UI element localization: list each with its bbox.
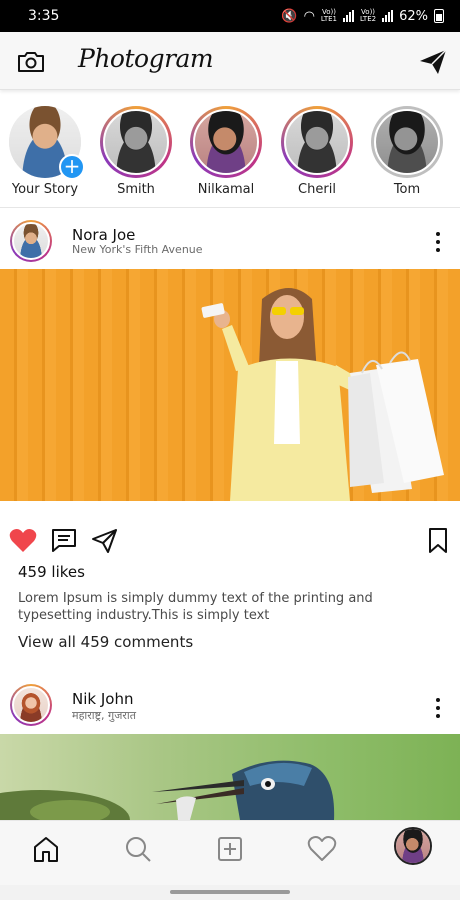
story-avatar (190, 106, 262, 178)
post-caption: Lorem Ipsum is simply dummy text of the … (18, 591, 373, 623)
story-tom[interactable]: Tom (365, 106, 449, 197)
story-label: Tom (393, 182, 421, 197)
heart-icon[interactable] (304, 831, 340, 867)
share-icon[interactable] (90, 526, 120, 556)
gesture-bar (0, 885, 460, 900)
post-actions (0, 526, 460, 560)
post-avatar[interactable] (10, 220, 52, 262)
app-title: Photogram (78, 44, 214, 73)
battery-percent: 62% (399, 8, 428, 24)
story-avatar (281, 106, 353, 178)
home-indicator[interactable] (170, 890, 290, 894)
post-header: Nik John महाराष्ट्र, गुजरात (0, 674, 460, 734)
view-comments-link[interactable]: View all 459 comments (18, 633, 193, 651)
story-label: Your Story (11, 182, 79, 197)
post-location: महाराष्ट्र, गुजरात (72, 709, 137, 722)
status-time: 3:35 (28, 8, 60, 24)
add-post-icon[interactable] (212, 831, 248, 867)
story-cheril[interactable]: Cheril (275, 106, 359, 197)
more-options-icon[interactable] (434, 698, 442, 722)
signal-2-icon (382, 10, 394, 22)
profile-avatar[interactable] (394, 827, 432, 865)
post-header: Nora Joe New York's Fifth Avenue (0, 210, 460, 270)
more-options-icon[interactable] (434, 232, 442, 256)
home-icon[interactable] (28, 831, 64, 867)
status-icons: 🔇 ◠ Vo)) LTE1 Vo)) LTE2 62% (281, 9, 444, 24)
camera-icon[interactable] (16, 49, 46, 75)
post-location: New York's Fifth Avenue (72, 243, 203, 256)
comment-icon[interactable] (50, 526, 80, 556)
mute-icon: 🔇 (281, 8, 298, 24)
search-icon[interactable] (120, 831, 156, 867)
app-header: Photogram (0, 32, 460, 90)
post-image[interactable] (0, 734, 460, 820)
bottom-navigation (0, 820, 460, 885)
story-nilkamal[interactable]: Nilkamal (184, 106, 268, 197)
story-smith[interactable]: Smith (94, 106, 178, 197)
signal-1-icon (343, 10, 354, 22)
bookmark-icon[interactable] (424, 526, 454, 556)
post-username[interactable]: Nora Joe (72, 226, 135, 244)
story-avatar (100, 106, 172, 178)
battery-icon (434, 9, 444, 23)
post-image[interactable] (0, 269, 460, 501)
post-username[interactable]: Nik John (72, 690, 133, 708)
story-your-story[interactable]: + Your Story (3, 106, 87, 197)
post-avatar[interactable] (10, 684, 52, 726)
story-avatar (371, 106, 443, 178)
network-2-label: Vo)) LTE2 (360, 8, 377, 23)
stories-bar: + Your Story Smith Nilkamal Cheril Tom (0, 98, 460, 208)
send-icon[interactable] (418, 48, 448, 76)
wifi-icon: ◠ (303, 8, 315, 24)
story-label: Cheril (298, 182, 336, 197)
network-1-label: Vo)) LTE1 (320, 8, 337, 23)
add-story-icon[interactable]: + (59, 154, 85, 180)
like-heart-icon[interactable] (8, 526, 38, 556)
status-bar: 3:35 🔇 ◠ Vo)) LTE1 Vo)) LTE2 62% (0, 0, 460, 32)
story-avatar: + (9, 106, 85, 180)
story-label: Nilkamal (197, 182, 255, 197)
likes-count[interactable]: 459 likes (18, 563, 85, 581)
story-label: Smith (117, 182, 155, 197)
